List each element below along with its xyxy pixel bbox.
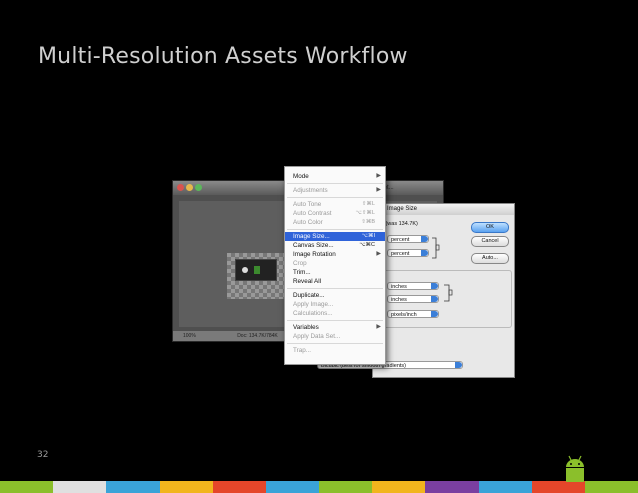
menu-separator (287, 288, 383, 289)
menu-item-label: Apply Data Set... (293, 333, 341, 340)
color-stripe (319, 481, 373, 493)
menu-separator (287, 320, 383, 321)
doc-width-unit-select[interactable]: inches (387, 282, 439, 290)
menu-item-label: Variables (293, 324, 319, 331)
color-stripe (265, 481, 320, 493)
chevron-down-icon (421, 250, 428, 256)
color-stripe-bar (0, 481, 638, 493)
zoom-level: 100% (183, 333, 196, 339)
menu-item-auto-contrast[interactable]: Auto Contrast ⌥⇧⌘L (285, 209, 385, 218)
chevron-down-icon (431, 296, 438, 302)
menu-item-label: Trap... (293, 347, 311, 354)
chevron-down-icon (431, 283, 438, 289)
widget-preview (235, 259, 277, 281)
chevron-down-icon (421, 236, 428, 242)
color-stripe (372, 481, 426, 493)
color-stripe (531, 481, 585, 493)
color-stripe (53, 481, 107, 493)
doc-info: Doc: 134.7K/784K (237, 333, 278, 339)
slide-title: Multi-Resolution Assets Workflow (38, 44, 408, 69)
menu-item-image-rotation[interactable]: Image Rotation ▶ (285, 250, 385, 259)
color-stripe (425, 481, 479, 493)
close-icon[interactable] (177, 184, 184, 191)
color-stripe (212, 481, 266, 493)
menu-item-auto-tone[interactable]: Auto Tone ⇧⌘L (285, 200, 385, 209)
menu-item-adjustments[interactable]: Adjustments ▶ (285, 186, 385, 195)
menu-item-label: Trim... (293, 269, 311, 276)
color-stripe (159, 481, 213, 493)
menu-item-trim[interactable]: Trim... (285, 268, 385, 277)
menu-item-apply-data-set[interactable]: Apply Data Set... (285, 332, 385, 341)
menu-item-shortcut: ⌥⌘I (361, 233, 375, 239)
menu-item-variables[interactable]: Variables ▶ (285, 323, 385, 332)
dialog-title: Image Size (373, 204, 514, 215)
menu-item-label: Reveal All (293, 278, 322, 285)
doc-height-unit-value: inches (391, 297, 407, 303)
menu-item-image-size[interactable]: Image Size... ⌥⌘I (285, 232, 385, 241)
chevron-right-icon: ▶ (376, 187, 381, 193)
height-unit-value: percent (391, 251, 410, 257)
menu-item-crop[interactable]: Crop (285, 259, 385, 268)
chevron-right-icon: ▶ (376, 324, 381, 330)
ok-button[interactable]: OK (471, 222, 509, 233)
menu-item-trap[interactable]: Trap... (285, 346, 385, 355)
menu-item-calculations[interactable]: Calculations... (285, 309, 385, 318)
image-size-dialog[interactable]: Image Size OK (was 134.7K) OK Cancel Aut… (317, 203, 515, 378)
menu-item-label: Auto Contrast (293, 210, 332, 217)
menu-item-apply-image[interactable]: Apply Image... (285, 300, 385, 309)
width-unit-select[interactable]: percent (387, 235, 429, 243)
menu-item-reveal-all[interactable]: Reveal All (285, 277, 385, 286)
page-number: 32 (37, 450, 49, 460)
widget-graphic (242, 266, 260, 274)
menu-separator (287, 229, 383, 230)
resolution-unit-select[interactable]: pixels/inch (387, 310, 439, 318)
menu-item-label: Duplicate... (293, 292, 325, 299)
auto-button[interactable]: Auto... (471, 253, 509, 264)
image-menu[interactable]: Mode ▶ Adjustments ▶ Auto Tone ⇧⌘L Auto Contra… (284, 166, 386, 365)
menu-separator (287, 183, 383, 184)
menu-item-duplicate[interactable]: Duplicate... (285, 291, 385, 300)
color-stripe (584, 481, 638, 493)
color-stripe (106, 481, 160, 493)
color-stripe (0, 481, 54, 493)
menu-item-label: Auto Color (293, 219, 323, 226)
chevron-right-icon: ▶ (376, 173, 381, 179)
zoom-icon[interactable] (195, 184, 202, 191)
menu-item-label: Image Size... (293, 233, 330, 240)
android-robot-icon (566, 455, 584, 482)
color-stripe (478, 481, 532, 493)
menu-item-label: Adjustments (293, 187, 328, 194)
chain-link-icon (444, 284, 453, 302)
menu-item-label: Crop (293, 260, 307, 267)
chevron-down-icon (455, 362, 462, 368)
menu-item-label: Canvas Size... (293, 242, 334, 249)
chevron-down-icon (431, 311, 438, 317)
width-unit-value: percent (391, 237, 410, 243)
height-unit-select[interactable]: percent (387, 249, 429, 257)
menu-separator (287, 197, 383, 198)
menu-separator (287, 343, 383, 344)
chain-link-icon (432, 237, 440, 259)
menu-item-label: Apply Image... (293, 301, 334, 308)
minimize-icon[interactable] (186, 184, 193, 191)
doc-width-unit-value: inches (391, 284, 407, 290)
chevron-right-icon: ▶ (376, 251, 381, 257)
menu-item-shortcut: ⇧⌘B (361, 219, 375, 225)
menu-item-shortcut: ⇧⌘L (361, 201, 375, 207)
resolution-unit-value: pixels/inch (391, 312, 417, 318)
menu-item-label: Calculations... (293, 310, 333, 317)
menu-item-shortcut: ⌥⇧⌘L (355, 210, 375, 216)
menu-item-canvas-size[interactable]: Canvas Size... ⌥⌘C (285, 241, 385, 250)
menu-item-mode[interactable]: Mode ▶ (285, 172, 385, 181)
menu-item-label: Image Rotation (293, 251, 336, 258)
menu-item-label: Auto Tone (293, 201, 322, 208)
cancel-button[interactable]: Cancel (471, 236, 509, 247)
menu-item-shortcut: ⌥⌘C (359, 242, 375, 248)
doc-height-unit-select[interactable]: inches (387, 295, 439, 303)
menu-item-auto-color[interactable]: Auto Color ⇧⌘B (285, 218, 385, 227)
menu-item-label: Mode (293, 173, 309, 180)
